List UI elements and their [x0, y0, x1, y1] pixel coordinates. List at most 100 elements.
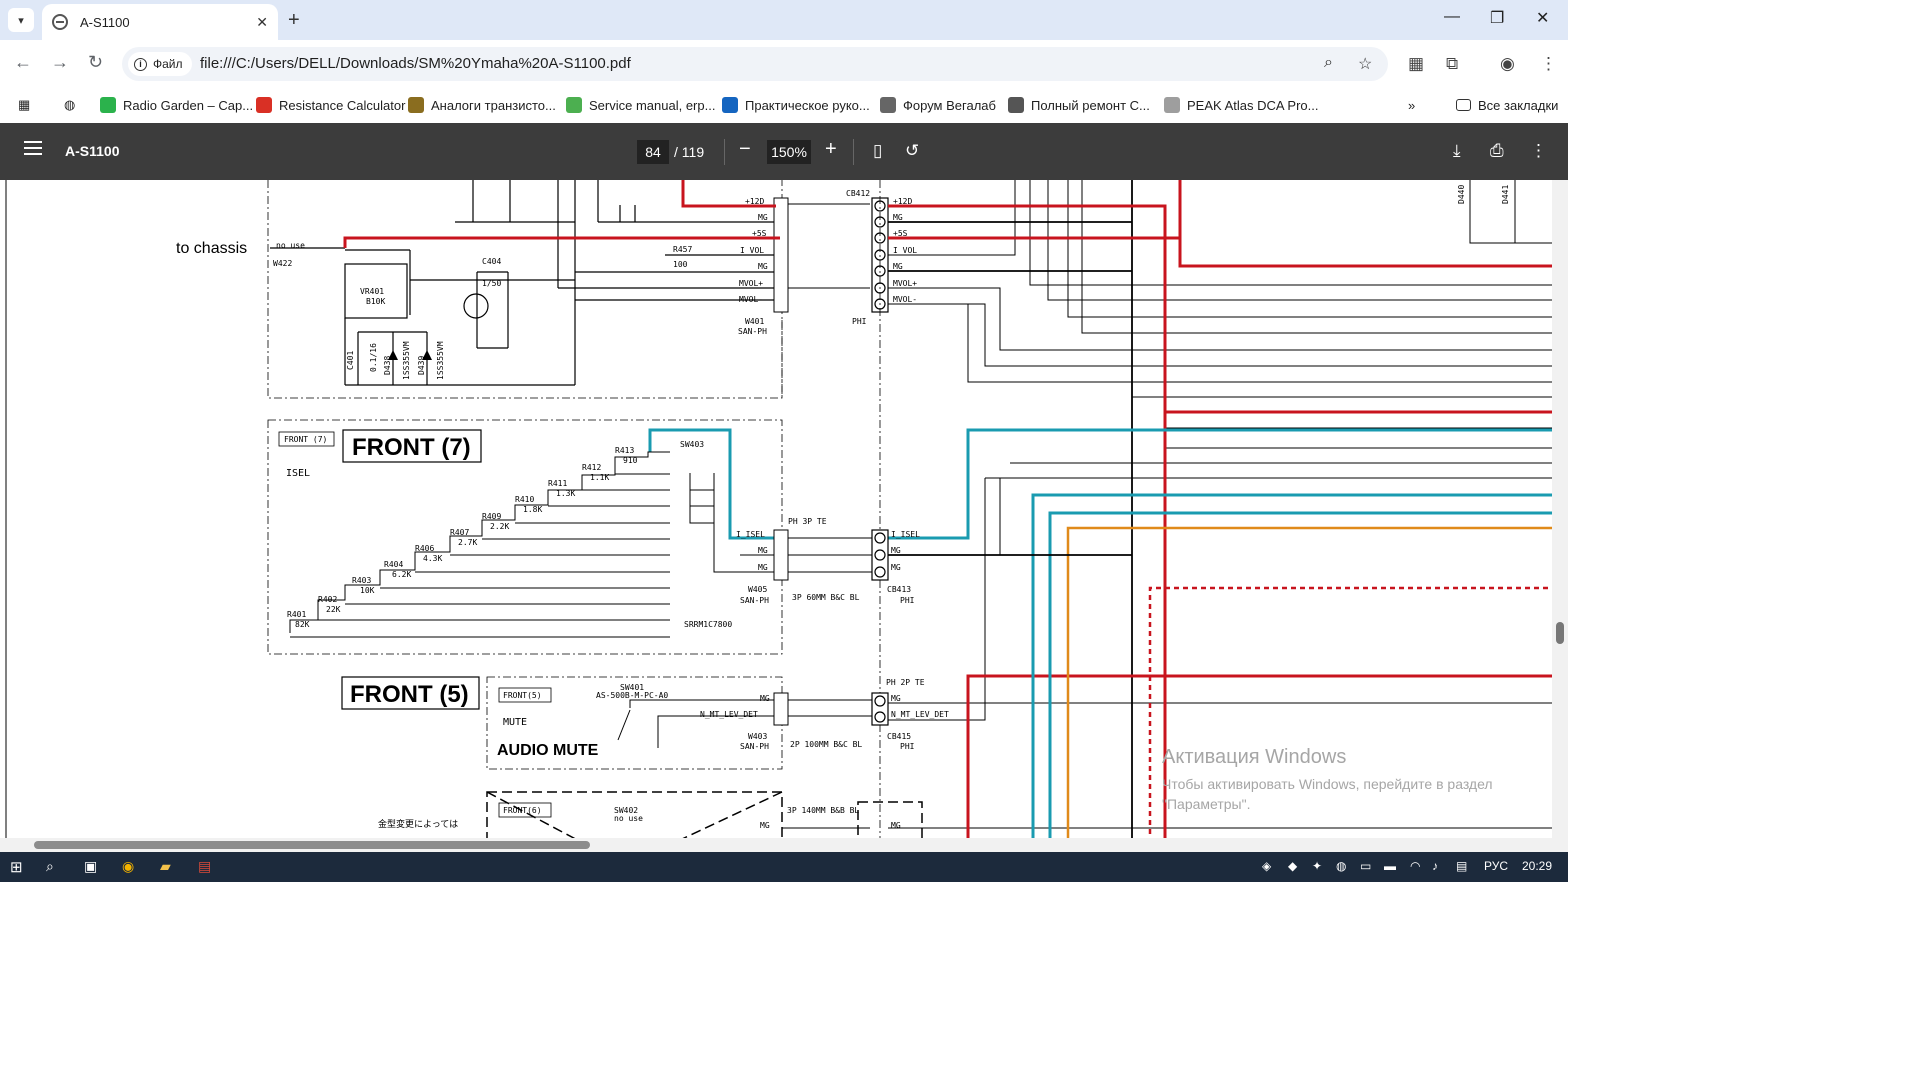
page-number-input[interactable]: 84 [637, 140, 669, 164]
d441-label: D441 [1501, 185, 1510, 204]
bookmarks-more-button[interactable]: » [1408, 94, 1415, 116]
tray-app-icon[interactable]: ✦ [1312, 859, 1322, 873]
file-explorer-icon[interactable]: ▰ [160, 858, 171, 875]
signal-bus [888, 180, 1552, 829]
zoom-out-button[interactable]: − [739, 138, 751, 161]
net-mg1-right: MG [893, 213, 903, 222]
zoom-in-button[interactable]: + [825, 138, 837, 161]
zoom-level-input[interactable]: 150% [767, 140, 811, 164]
net-mg2-right: MG [893, 262, 903, 271]
net-mvolm-left: MVOL- [739, 295, 763, 304]
url-text[interactable]: file:///C:/Users/DELL/Downloads/SM%20Yma… [200, 55, 631, 72]
address-bar[interactable]: i Файл file:///C:/Users/DELL/Downloads/S… [122, 47, 1388, 81]
san-ph-label: SAN-PH [738, 327, 767, 336]
horizontal-scroll-thumb[interactable] [34, 841, 590, 849]
menu-kebab-icon[interactable]: ⋮ [1540, 54, 1557, 74]
to-chassis-label: to chassis [176, 240, 247, 257]
tab-close-icon[interactable]: ✕ [256, 14, 268, 31]
language-indicator[interactable]: РУС [1484, 859, 1508, 873]
bookmark-item[interactable]: Форум Вегалаб [880, 94, 996, 116]
close-window-button[interactable]: ✕ [1536, 8, 1549, 28]
resistor-value: 4.3K [423, 554, 442, 563]
fit-page-icon[interactable]: ▯ [873, 141, 882, 161]
w401-label: W401 [745, 317, 764, 326]
hamburger-menu-icon[interactable] [24, 141, 42, 155]
vertical-scroll-thumb[interactable] [1556, 622, 1564, 644]
winrar-icon[interactable]: ▤ [198, 858, 211, 875]
d440-label: D440 [1457, 185, 1466, 204]
net-mg2-left: MG [758, 262, 768, 271]
bookmark-item[interactable]: PEAK Atlas DCA Pro... [1164, 94, 1319, 116]
resistor-value: 1.1K [590, 473, 609, 482]
wifi-icon[interactable]: ◠ [1410, 859, 1420, 873]
reload-icon[interactable]: ↻ [88, 52, 103, 73]
w422-label: W422 [273, 259, 292, 268]
cb412-label: CB412 [846, 189, 870, 198]
print-icon[interactable]: ⎙ [1490, 141, 1504, 161]
bookmark-item[interactable]: Полный ремонт С... [1008, 94, 1150, 116]
bookmark-label: PEAK Atlas DCA Pro... [1187, 97, 1319, 113]
volume-icon[interactable]: ♪ [1432, 859, 1438, 873]
windows-start-icon[interactable]: ⊞ [10, 858, 23, 876]
site-info-chip[interactable]: i Файл [128, 52, 192, 76]
extensions-puzzle-icon[interactable]: ⧉ [1446, 54, 1458, 74]
bookmark-label: Resistance Calculator [279, 97, 406, 113]
cb413-phi: PHI [900, 596, 915, 605]
forward-arrow-icon[interactable]: → [51, 52, 69, 73]
zoom-icon[interactable]: ⌕ [1324, 54, 1333, 72]
net-mg1-left: MG [758, 213, 768, 222]
tray-app-icon[interactable]: ▭ [1360, 859, 1371, 873]
bookmark-item[interactable]: Service manual, erp... [566, 94, 715, 116]
sw401-type: AS-500B-M-PC-A0 [596, 691, 668, 700]
clock[interactable]: 20:29 [1522, 859, 1552, 873]
sw402-no-use: no use [614, 814, 643, 823]
download-icon[interactable]: ⤓ [1453, 141, 1461, 161]
tray-app-icon[interactable]: ◆ [1288, 859, 1297, 873]
new-tab-button[interactable]: + [288, 8, 300, 32]
front5-title: FRONT (5) [350, 681, 469, 708]
net-5s-left: +5S [752, 229, 767, 238]
tray-app-icon[interactable]: ◍ [1336, 859, 1346, 873]
resistor-ref: R409 [482, 512, 501, 521]
mg-cb414: MG [891, 821, 901, 830]
browser-chrome: ▾ A-S1100 ✕ + — ❐ ✕ ← → ↻ i Файл file://… [0, 0, 1568, 123]
black-bus [888, 180, 1133, 852]
bookmark-item[interactable]: Radio Garden – Cap... [100, 94, 253, 116]
bookmark-favicon-icon [880, 97, 896, 113]
bookmark-item[interactable]: Аналоги транзисто... [408, 94, 556, 116]
connector-w403 [773, 692, 872, 726]
extension-icon[interactable]: ▦ [1408, 54, 1424, 74]
back-arrow-icon[interactable]: ← [14, 52, 32, 73]
c401-label: C401 [346, 351, 355, 370]
resistor-value: 2.7K [458, 538, 477, 547]
globe-bookmark-icon[interactable]: ◍ [64, 94, 75, 116]
task-view-icon[interactable]: ▣ [84, 858, 97, 875]
vertical-scrollbar[interactable] [1552, 180, 1568, 840]
more-options-icon[interactable]: ⋮ [1530, 141, 1547, 161]
tab-active[interactable]: A-S1100 ✕ [42, 4, 278, 40]
resistor-value: 1.8K [523, 505, 542, 514]
cb415-phi: PHI [900, 742, 915, 751]
tab-search-button[interactable]: ▾ [8, 8, 34, 32]
battery-icon[interactable]: ▬ [1384, 859, 1396, 873]
n-mt-right: N_MT_LEV_DET [891, 710, 949, 719]
minimize-button[interactable]: — [1444, 8, 1460, 26]
bookmark-star-icon[interactable]: ☆ [1358, 54, 1372, 74]
resistor-ref: R407 [450, 528, 469, 537]
search-icon[interactable]: ⌕ [46, 858, 54, 875]
apps-grid-icon[interactable]: ▦ [18, 94, 30, 116]
resistor-value: 10K [360, 586, 375, 595]
bookmark-item[interactable]: Практическое руко... [722, 94, 870, 116]
bookmark-item[interactable]: Resistance Calculator [256, 94, 405, 116]
page-total: / 119 [674, 144, 705, 160]
tray-app-icon[interactable]: ◈ [1262, 859, 1271, 873]
all-bookmarks-button[interactable]: Все закладки [1456, 94, 1558, 116]
notifications-icon[interactable]: ▤ [1456, 859, 1467, 873]
net-12d-right: +12D [893, 197, 912, 206]
rotate-icon[interactable]: ↺ [905, 141, 919, 161]
mg-cb413-1: MG [891, 546, 901, 555]
restore-button[interactable]: ❐ [1490, 8, 1504, 28]
profile-icon[interactable]: ◉ [1500, 54, 1515, 74]
chrome-taskbar-icon[interactable]: ◉ [122, 858, 134, 875]
front7-small-box: FRONT (7) [284, 435, 327, 444]
